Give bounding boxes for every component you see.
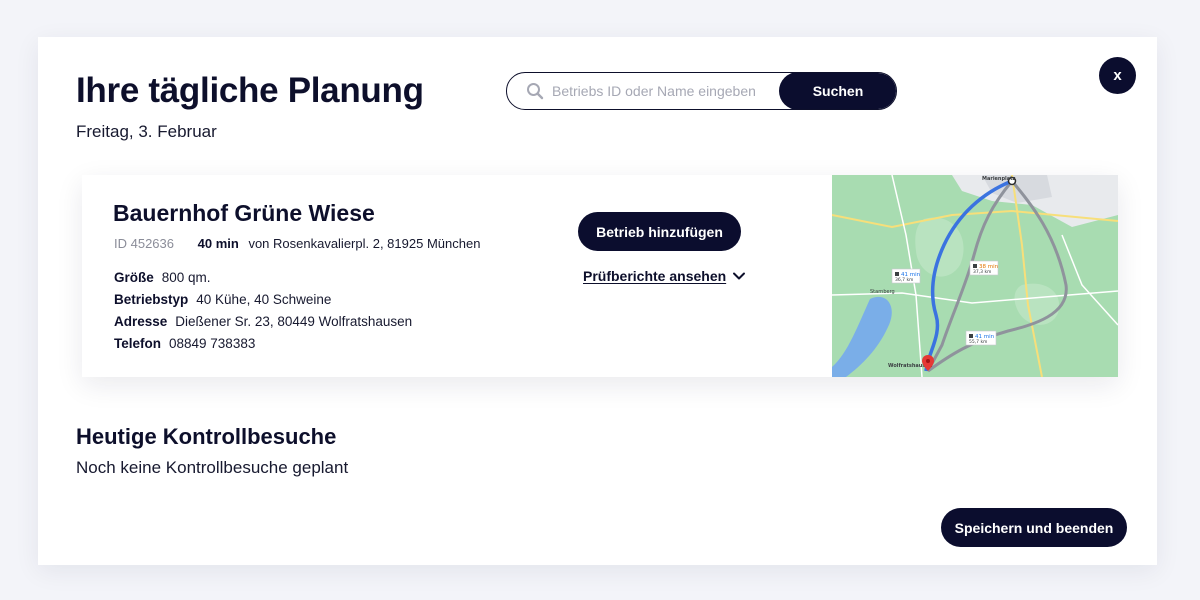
detail-row-size: Größe 800 qm. bbox=[114, 270, 412, 292]
travel-origin: von Rosenkavalierpl. 2, 81925 München bbox=[248, 236, 481, 251]
detail-value: 800 qm. bbox=[161, 270, 211, 285]
search-button[interactable]: Suchen bbox=[779, 73, 896, 109]
detail-value: 08849 738383 bbox=[169, 336, 256, 351]
save-and-close-button[interactable]: Speichern und beenden bbox=[941, 508, 1127, 547]
detail-label: Adresse bbox=[114, 314, 168, 329]
route-info-3: 41 min 55,7 km bbox=[965, 330, 997, 346]
detail-row-phone: Telefon 08849 738383 bbox=[114, 336, 412, 358]
farm-card: Bauernhof Grüne Wiese ID 452636 40 min v… bbox=[82, 175, 1118, 377]
search-input[interactable] bbox=[552, 83, 777, 99]
route-map[interactable]: 41 min 36,7 km 38 min 37,3 km 41 min 55,… bbox=[832, 175, 1118, 377]
daily-planning-modal: Ihre tägliche Planung Freitag, 3. Februa… bbox=[38, 37, 1157, 565]
travel-time: 40 min bbox=[197, 236, 239, 251]
detail-row-type: Betriebstyp 40 Kühe, 40 Schweine bbox=[114, 292, 412, 314]
visits-empty-text: Noch keine Kontrollbesuche geplant bbox=[76, 458, 349, 477]
search-icon bbox=[527, 83, 544, 100]
route-info-3-distance: 55,7 km bbox=[969, 339, 987, 345]
add-farm-button[interactable]: Betrieb hinzufügen bbox=[578, 212, 741, 251]
search-bar: Suchen bbox=[506, 72, 897, 110]
map-label-start: Marienplatz bbox=[982, 176, 1016, 182]
farm-details: Größe 800 qm. Betriebstyp 40 Kühe, 40 Schw… bbox=[114, 270, 412, 358]
farm-id: ID 452636 bbox=[114, 236, 174, 251]
detail-row-address: Adresse Dießener Sr. 23, 80449 Wolfratsha… bbox=[114, 314, 412, 336]
detail-value: 40 Kühe, 40 Schweine bbox=[196, 292, 332, 307]
view-reports-link[interactable]: Prüfberichte ansehen bbox=[583, 268, 746, 284]
page-title: Ihre tägliche Planung bbox=[76, 71, 424, 110]
route-map-graphic: 41 min 36,7 km 38 min 37,3 km 41 min 55,… bbox=[832, 175, 1118, 377]
detail-label: Telefon bbox=[114, 336, 161, 351]
view-reports-label: Prüfberichte ansehen bbox=[583, 268, 727, 284]
map-label-starnberg: Starnberg bbox=[870, 289, 895, 295]
route-info-2-distance: 37,3 km bbox=[973, 269, 991, 275]
farm-name: Bauernhof Grüne Wiese bbox=[113, 200, 375, 226]
detail-label: Größe bbox=[114, 270, 154, 285]
route-info-1: 41 min 36,7 km bbox=[891, 268, 921, 284]
page-date: Freitag, 3. Februar bbox=[76, 122, 217, 141]
farm-meta: ID 452636 40 min von Rosenkavalierpl. 2,… bbox=[114, 236, 480, 251]
detail-value: Dießener Sr. 23, 80449 Wolfratshausen bbox=[175, 314, 413, 329]
chevron-down-icon bbox=[733, 272, 746, 280]
detail-label: Betriebstyp bbox=[114, 292, 189, 307]
route-info-2: 38 min 37,3 km bbox=[969, 260, 999, 276]
visits-title: Heutige Kontrollbesuche bbox=[76, 424, 337, 449]
close-button[interactable]: x bbox=[1099, 57, 1136, 94]
route-info-1-distance: 36,7 km bbox=[895, 277, 913, 283]
close-icon: x bbox=[1113, 67, 1122, 84]
